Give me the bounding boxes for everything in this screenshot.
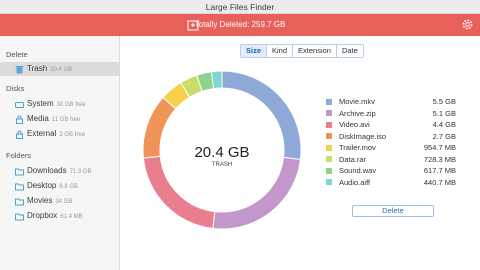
legend-swatch (326, 133, 332, 139)
sidebar-item-label: Trash (27, 64, 48, 73)
tab-extension[interactable]: Extension (292, 45, 336, 57)
legend-file-name: Movie.mkv (339, 97, 375, 106)
sidebar-item-trash[interactable]: Trash 20.4 GB (0, 62, 119, 76)
sidebar-item-size: 11 GB free (51, 117, 81, 123)
legend-file-size: 5.1 GB (432, 108, 456, 118)
legend-file-name: Video.avi (339, 120, 370, 129)
folder-icon (15, 198, 24, 206)
section-delete: Delete (6, 50, 28, 59)
sidebar-item-media[interactable]: Media 11 GB free (0, 112, 119, 126)
sidebar-item-size: 30 GB free (56, 102, 86, 108)
folder-icon (15, 213, 24, 221)
chart-center-value: 20.4 GB (194, 144, 250, 161)
legend-file-size: 728.3 MB (423, 154, 456, 164)
gear-icon[interactable] (461, 18, 474, 31)
donut-slice-archive-zip[interactable] (212, 156, 301, 230)
section-folders: Folders (6, 151, 32, 160)
tab-size[interactable]: Size (241, 45, 267, 57)
donut-slice-audio-aiff[interactable] (210, 70, 223, 90)
legend-file-size: 4.4 GB (432, 120, 456, 129)
legend-swatch (326, 179, 332, 185)
folder-icon (15, 168, 24, 176)
window-title: Large Files Finder (205, 2, 275, 12)
sidebar-item-label: Desktop (27, 181, 57, 190)
sidebar-item-label: Downloads (27, 166, 67, 175)
legend-swatch (326, 121, 332, 128)
section-disks: Disks (6, 84, 25, 93)
sidebar-item-size: 2 GB free (59, 132, 86, 138)
trash-icon (15, 66, 24, 74)
legend-item[interactable]: DiskImage.iso 2.7 GB (326, 131, 458, 143)
sidebar-item-size: 71.3 GB (69, 169, 92, 175)
sidebar-item-desktop[interactable]: Desktop 6.8 GB (0, 179, 119, 193)
sidebar-item-label: Media (27, 114, 49, 123)
legend-swatch (326, 156, 332, 162)
chart-center-label: TRASH (211, 162, 233, 168)
sort-tabs: Size Kind Extension Date (240, 44, 364, 58)
tab-date[interactable]: Date (335, 45, 363, 57)
folder-icon (15, 183, 24, 191)
sidebar-item-movies[interactable]: Movies 34 GB (0, 194, 119, 208)
legend-swatch (326, 98, 332, 105)
summary-bar: Totally Deleted: 259.7 GB (0, 14, 480, 36)
legend-file-name: Audio.aiff (339, 177, 371, 187)
legend-item[interactable]: Data.rar 728.3 MB (326, 154, 458, 166)
legend-item[interactable]: Audio.aiff 440.7 MB (326, 177, 458, 189)
legend-item[interactable]: Video.avi 4.4 GB (326, 119, 458, 131)
legend-swatch (326, 144, 332, 151)
title-bar: Large Files Finder (0, 0, 480, 14)
legend-file-name: DiskImage.iso (339, 131, 387, 141)
legend-file-size: 2.7 GB (432, 131, 456, 141)
legend-item[interactable]: Sound.wav 617.7 MB (326, 165, 458, 177)
lock-icon (16, 130, 23, 139)
disk-icon (15, 102, 24, 108)
legend-item[interactable]: Archive.zip 5.1 GB (326, 108, 458, 120)
sidebar-item-label: System (27, 99, 54, 108)
legend-item[interactable]: Trailer.mov 954.7 MB (326, 142, 458, 154)
legend-file-size: 440.7 MB (423, 177, 456, 187)
legend-file-name: Archive.zip (339, 108, 376, 118)
file-legend: Movie.mkv 5.5 GB Archive.zip 5.1 GB Video.av… (326, 96, 458, 188)
sidebar-item-size: 20.4 GB (50, 67, 73, 73)
legend-file-name: Data.rar (339, 154, 367, 164)
lock-icon (16, 115, 23, 124)
sidebar-item-downloads[interactable]: Downloads 71.3 GB (0, 164, 119, 178)
legend-swatch (326, 110, 332, 116)
sidebar-item-size: 61.4 MB (60, 214, 83, 220)
delete-button[interactable]: Delete (352, 205, 434, 217)
tab-kind[interactable]: Kind (266, 45, 292, 57)
sidebar-item-system[interactable]: System 30 GB free (0, 97, 119, 111)
sidebar-item-size: 6.8 GB (59, 184, 79, 190)
sidebar-item-size: 34 GB (55, 199, 73, 205)
total-deleted-label: Totally Deleted: 259.7 GB (194, 20, 286, 29)
sidebar-item-label: Dropbox (27, 211, 58, 220)
sidebar: Delete Trash 20.4 GB Disks System 30 GB fr… (0, 36, 120, 270)
legend-file-name: Sound.wav (339, 166, 377, 175)
sidebar-item-external[interactable]: External 2 GB free (0, 127, 119, 141)
legend-file-name: Trailer.mov (339, 143, 376, 152)
legend-file-size: 5.5 GB (432, 97, 456, 106)
legend-file-size: 617.7 MB (423, 166, 456, 175)
sidebar-item-dropbox[interactable]: Dropbox 61.4 MB (0, 209, 119, 223)
legend-file-size: 954.7 MB (423, 143, 456, 152)
legend-swatch (326, 167, 332, 174)
sidebar-item-label: External (27, 129, 57, 138)
donut-slice-diskimage-iso[interactable] (142, 96, 177, 159)
legend-item[interactable]: Movie.mkv 5.5 GB (326, 96, 458, 108)
sidebar-item-label: Movies (27, 196, 53, 205)
